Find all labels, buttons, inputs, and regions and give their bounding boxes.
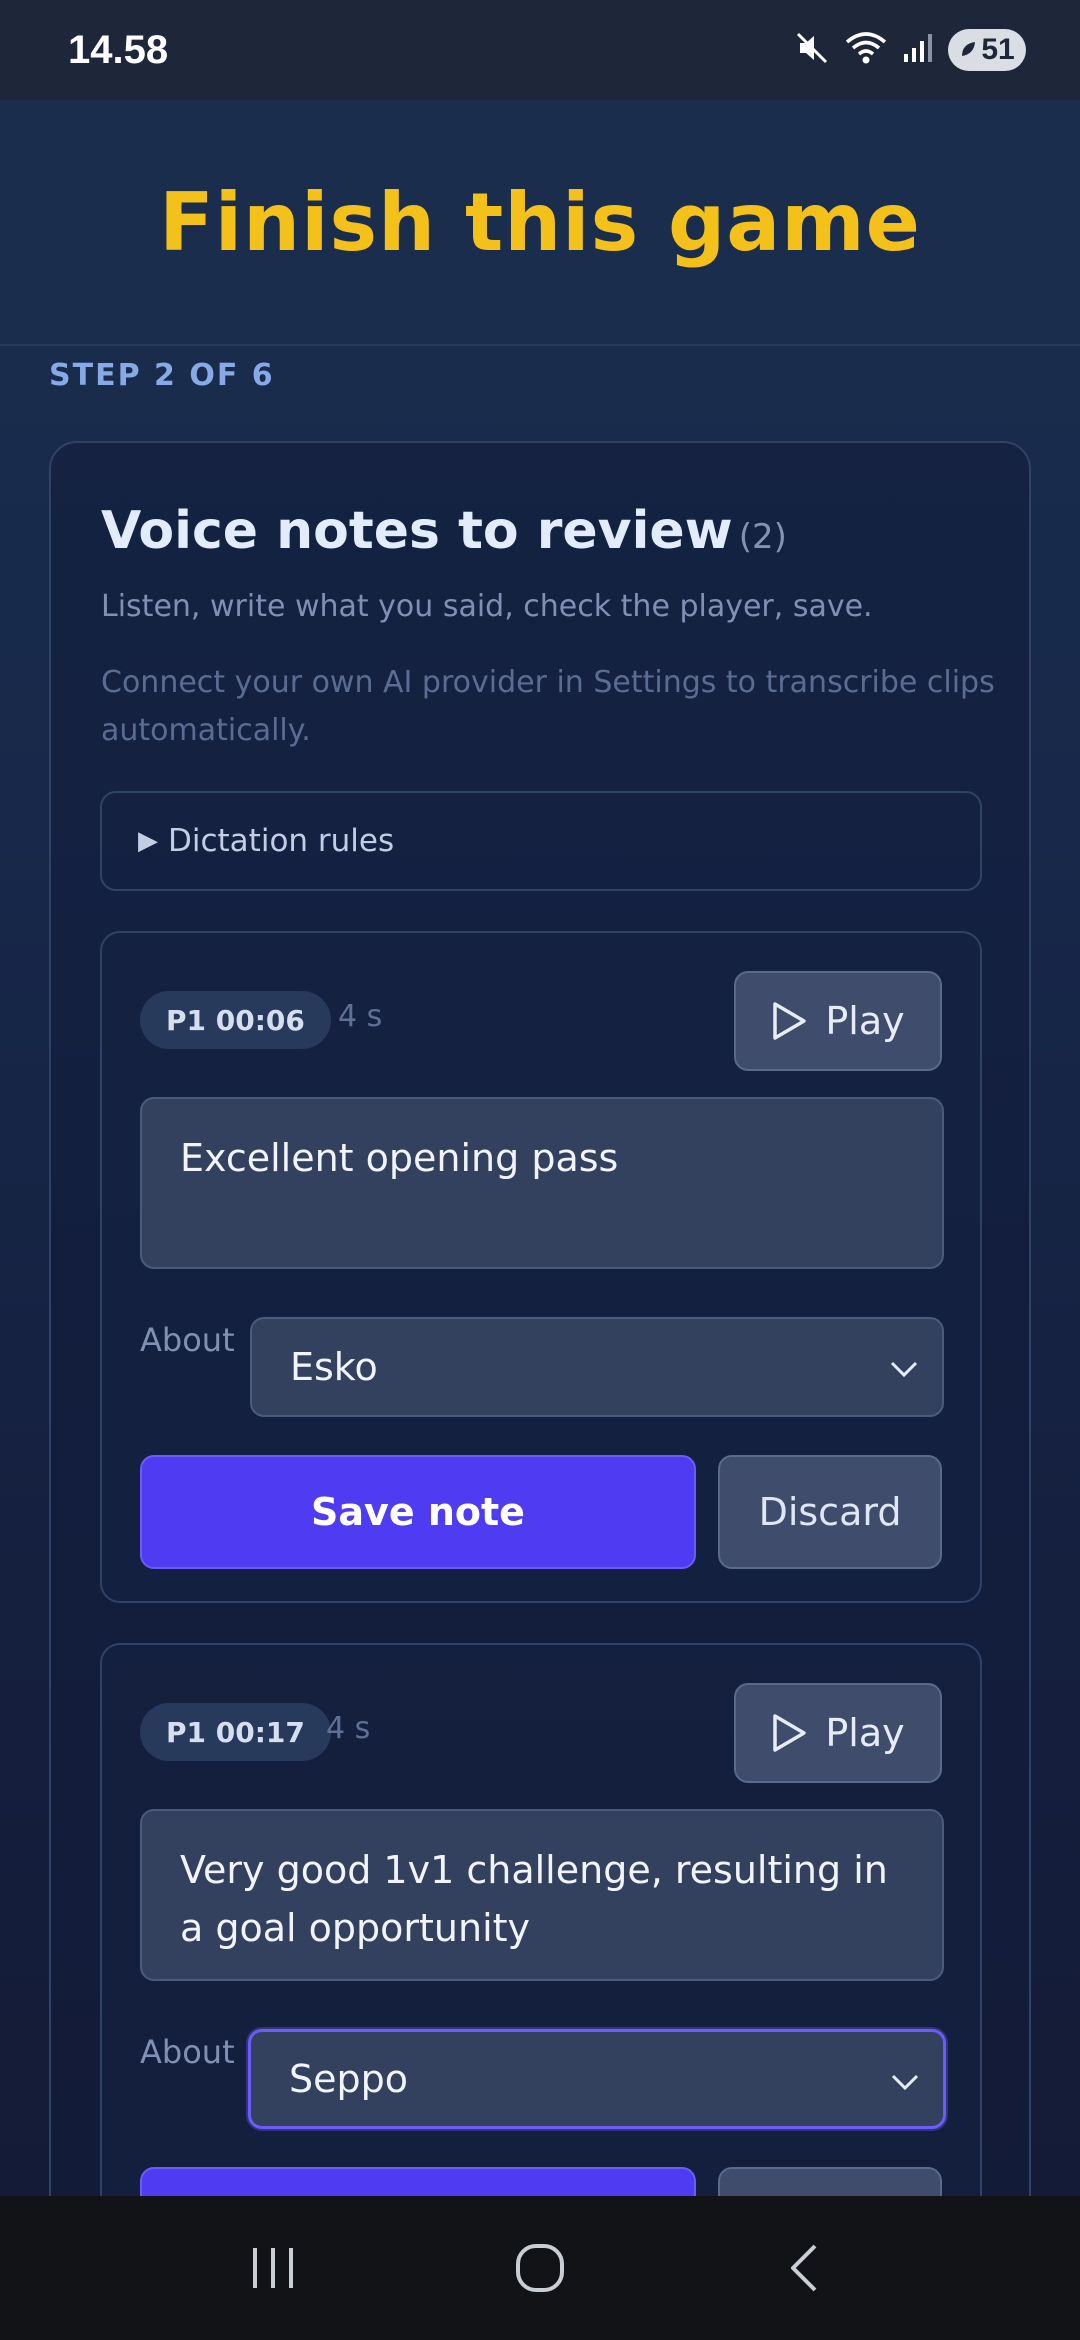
chevron-down-icon bbox=[890, 1361, 918, 1378]
about-label: About bbox=[140, 1321, 235, 1359]
play-label: Play bbox=[825, 999, 905, 1043]
dictation-rules-label: Dictation rules bbox=[168, 823, 395, 859]
voice-note-card: P1 00:06 4 s Play Excellent opening pass… bbox=[100, 931, 982, 1603]
wifi-icon bbox=[844, 30, 888, 70]
page-header: Finish this game bbox=[0, 100, 1080, 346]
home-button[interactable] bbox=[480, 2218, 600, 2318]
card-title-text: Voice notes to review bbox=[101, 501, 733, 561]
play-label: Play bbox=[825, 1711, 905, 1755]
note-timestamp-tag: P1 00:06 bbox=[140, 991, 331, 1049]
play-icon bbox=[773, 1714, 807, 1752]
home-icon bbox=[515, 2244, 564, 2292]
note-timestamp-tag: P1 00:17 bbox=[140, 1703, 331, 1761]
ai-provider-hint: Connect your own AI provider in Settings… bbox=[101, 665, 995, 748]
page-title: Finish this game bbox=[159, 175, 921, 269]
player-select[interactable]: Esko bbox=[250, 1317, 944, 1417]
back-button[interactable] bbox=[747, 2218, 867, 2318]
discard-button[interactable]: Discard bbox=[718, 1455, 942, 1569]
player-select-value: Esko bbox=[290, 1345, 378, 1389]
status-icons: 51 bbox=[794, 29, 1026, 71]
step-indicator: STEP 2 OF 6 bbox=[49, 358, 275, 393]
player-select[interactable]: Seppo bbox=[248, 2029, 946, 2129]
signal-icon bbox=[902, 32, 934, 68]
voice-notes-card: Voice notes to review (2) Listen, write w… bbox=[49, 441, 1031, 2315]
about-label: About bbox=[140, 2033, 235, 2071]
note-duration: 4 s bbox=[338, 999, 383, 1034]
recents-button[interactable] bbox=[213, 2218, 333, 2318]
card-subtitle: Listen, write what you said, check the p… bbox=[101, 589, 873, 624]
play-button[interactable]: Play bbox=[734, 1683, 942, 1783]
card-title: Voice notes to review (2) bbox=[101, 501, 787, 561]
note-text-input[interactable]: Very good 1v1 challenge, resulting in a … bbox=[140, 1809, 944, 1981]
status-time: 14.58 bbox=[68, 27, 169, 72]
expand-triangle-icon: ▶ bbox=[138, 826, 158, 856]
note-duration: 4 s bbox=[326, 1711, 371, 1746]
recents-icon bbox=[253, 2248, 294, 2288]
play-button[interactable]: Play bbox=[734, 971, 942, 1071]
play-icon bbox=[773, 1002, 807, 1040]
status-bar: 14.58 51 bbox=[0, 0, 1080, 100]
system-nav-bar bbox=[0, 2196, 1080, 2340]
note-text-input[interactable]: Excellent opening pass bbox=[140, 1097, 944, 1269]
back-icon bbox=[790, 2244, 817, 2292]
battery-icon: 51 bbox=[948, 29, 1026, 71]
dictation-rules-toggle[interactable]: ▶ Dictation rules bbox=[100, 791, 982, 891]
player-select-value: Seppo bbox=[289, 2057, 408, 2101]
save-note-button[interactable]: Save note bbox=[140, 1455, 696, 1569]
battery-level: 51 bbox=[981, 33, 1015, 66]
chevron-down-icon bbox=[891, 2074, 919, 2091]
notes-count: (2) bbox=[738, 517, 787, 557]
mute-icon bbox=[794, 30, 830, 70]
